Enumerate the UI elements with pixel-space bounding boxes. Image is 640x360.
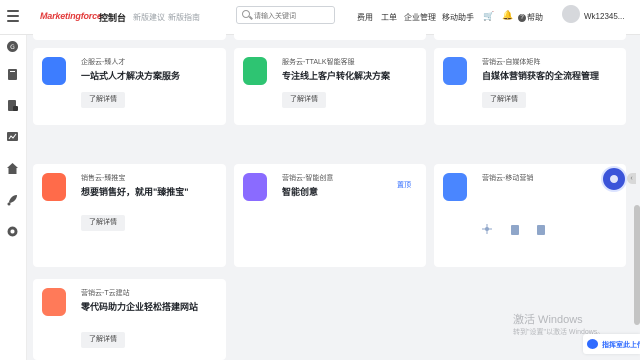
card-website-builder[interactable]: 营销云-T云建站 零代码助力企业轻松搭建网站 了解详情	[33, 279, 226, 360]
media-matrix-icon	[443, 57, 467, 85]
card-ttalk[interactable]: 服务云-TTALK智能客服 专注线上客户转化解决方案 了解详情	[234, 48, 426, 125]
card-partial-top	[33, 34, 226, 40]
learn-more-button[interactable]: 了解详情	[81, 92, 125, 108]
card-title: 自媒体营销获客的全流程管理	[482, 71, 600, 81]
card-title: 想要销售好，就用"臻推宝"	[81, 187, 189, 197]
link-new-guide[interactable]: 新版指南	[168, 12, 200, 23]
talent-icon	[42, 57, 66, 85]
card-category: 营销云-T云建站	[81, 290, 130, 297]
card-partial-top	[434, 34, 626, 40]
mobile-icon	[443, 173, 467, 201]
card-title: 零代码助力企业轻松搭建网站	[81, 302, 199, 312]
help-link[interactable]: ? 帮助	[518, 12, 543, 23]
console-title[interactable]: 控制台	[99, 11, 126, 24]
card-category: 销售云-臻推宝	[81, 175, 126, 182]
globe-icon	[42, 288, 66, 316]
avatar[interactable]	[562, 5, 580, 23]
search-input[interactable]	[252, 9, 336, 23]
settings-icon[interactable]	[6, 225, 19, 238]
document-icon[interactable]	[510, 224, 520, 236]
assistant-bot-icon[interactable]	[601, 166, 627, 192]
card-media-matrix[interactable]: 营销云-自媒体矩阵 自媒体营销获客的全流程管理 了解详情	[434, 48, 626, 125]
card-tuibao[interactable]: 销售云-臻推宝 想要销售好，就用"臻推宝" 了解详情	[33, 164, 226, 267]
search-box[interactable]	[236, 6, 336, 24]
document-lock-icon[interactable]	[6, 99, 19, 112]
card-mobile-marketing[interactable]: 营销云-移动营销	[434, 164, 626, 267]
feedback-button[interactable]: 指挥室此上传	[583, 334, 640, 354]
feedback-icon	[587, 339, 598, 349]
card-smart-creative[interactable]: 营销云-智能创意 智能创意 置顶	[234, 164, 426, 267]
brand-text: Marketingforce	[40, 11, 102, 21]
note-icon[interactable]	[536, 224, 546, 236]
card-partial-top	[234, 34, 426, 40]
card-category: 营销云-移动营销	[482, 175, 534, 182]
card-title: 一站式人才解决方案服务	[81, 71, 181, 81]
learn-more-button[interactable]: 了解详情	[81, 215, 125, 231]
link-new-suggestion[interactable]: 新版建议	[133, 12, 165, 23]
card-title: 智能创意	[282, 187, 319, 197]
chat-robot-icon	[243, 57, 267, 85]
book-icon[interactable]	[6, 68, 19, 81]
sparkle-icon[interactable]	[482, 224, 492, 234]
help-label: 帮助	[527, 13, 543, 22]
nav-enterprise[interactable]: 企业管理	[404, 12, 436, 23]
tuibao-icon	[42, 173, 66, 201]
sidebar: G	[0, 35, 27, 360]
help-icon: ?	[518, 13, 526, 22]
card-talent[interactable]: 企服云-臻人才 一站式人才解决方案服务 了解详情	[33, 48, 226, 125]
brand-logo[interactable]: Marketingforce	[40, 11, 102, 21]
pin-badge[interactable]: 置顶	[397, 180, 411, 190]
card-title: 专注线上客户转化解决方案	[282, 71, 391, 81]
learn-more-button[interactable]: 了解详情	[482, 92, 526, 108]
menu-icon[interactable]	[7, 10, 19, 22]
home-icon[interactable]	[6, 162, 19, 175]
bell-icon[interactable]: 🔔	[502, 10, 513, 21]
rocket-icon[interactable]	[6, 193, 19, 206]
search-icon	[242, 10, 250, 18]
nav-fees[interactable]: 费用	[357, 12, 373, 23]
nav-tickets[interactable]: 工单	[381, 12, 397, 23]
windows-watermark: 激活 Windows	[513, 314, 583, 326]
card-category: 企服云-臻人才	[81, 59, 126, 66]
scrollbar[interactable]	[634, 205, 640, 325]
creative-icon	[243, 173, 267, 201]
cart-icon[interactable]: 🛒	[483, 11, 494, 22]
feedback-label: 指挥室此上传	[602, 342, 640, 349]
top-bar: Marketingforce 控制台 新版建议 新版指南 费用 工单 企业管理 …	[0, 0, 640, 35]
svg-text:G: G	[10, 44, 15, 51]
chart-icon[interactable]	[6, 130, 19, 143]
card-category: 营销云-智能创意	[282, 175, 334, 182]
card-category: 营销云-自媒体矩阵	[482, 59, 541, 66]
card-category: 服务云-TTALK智能客服	[282, 59, 355, 66]
learn-more-button[interactable]: 了解详情	[282, 92, 326, 108]
nav-mobile-assistant[interactable]: 移动助手	[442, 12, 474, 23]
learn-more-button[interactable]: 了解详情	[81, 332, 125, 348]
username[interactable]: Wk12345...	[584, 12, 624, 21]
chevron-left-icon[interactable]: ‹	[627, 173, 636, 184]
chatgpt-icon[interactable]: G	[6, 40, 19, 53]
